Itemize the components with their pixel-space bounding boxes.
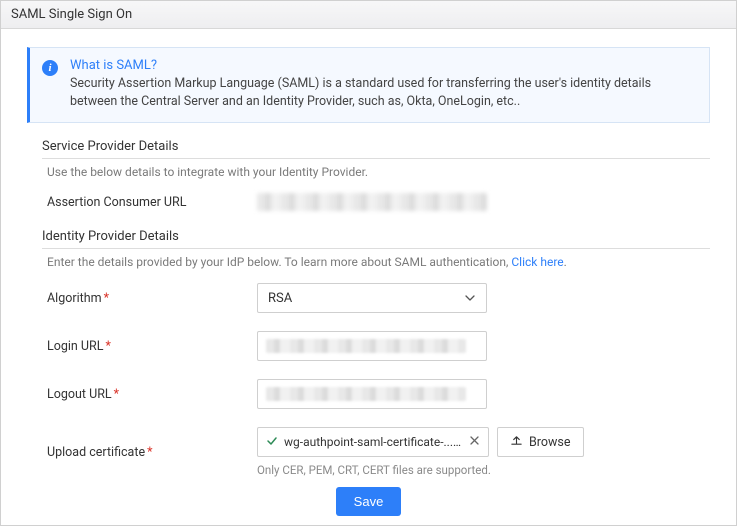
info-icon: i bbox=[42, 60, 58, 76]
idp-hint-prefix: Enter the details provided by your IdP b… bbox=[47, 255, 511, 269]
browse-label: Browse bbox=[529, 435, 571, 450]
login-url-label: Login URL* bbox=[47, 339, 257, 354]
service-provider-section: Service Provider Details Use the below d… bbox=[27, 139, 710, 211]
assertion-url-value bbox=[257, 193, 487, 211]
file-types-hint: Only CER, PEM, CRT, CERT files are suppo… bbox=[257, 463, 710, 477]
upload-cert-row: Upload certificate* wg-authpoint-saml-ce… bbox=[47, 427, 710, 477]
info-banner: i What is SAML? Security Assertion Marku… bbox=[27, 47, 710, 123]
assertion-url-row: Assertion Consumer URL bbox=[47, 193, 710, 211]
saml-sso-window: SAML Single Sign On i What is SAML? Secu… bbox=[0, 0, 737, 526]
save-button[interactable]: Save bbox=[336, 487, 402, 516]
learn-more-link[interactable]: Click here bbox=[511, 255, 563, 269]
algorithm-label: Algorithm* bbox=[47, 291, 257, 306]
uploaded-file-chip: wg-authpoint-saml-certificate-....cer bbox=[257, 427, 489, 457]
sp-hint: Use the below details to integrate with … bbox=[47, 165, 710, 179]
clear-file-icon[interactable] bbox=[469, 435, 480, 449]
required-indicator: * bbox=[147, 445, 152, 460]
content-area: i What is SAML? Security Assertion Marku… bbox=[1, 29, 736, 526]
login-url-value bbox=[266, 339, 466, 353]
required-indicator: * bbox=[105, 339, 110, 354]
uploaded-file-name: wg-authpoint-saml-certificate-....cer bbox=[284, 435, 463, 449]
browse-button[interactable]: Browse bbox=[497, 427, 584, 457]
chevron-down-icon bbox=[464, 292, 476, 304]
required-indicator: * bbox=[104, 291, 109, 306]
info-body: Security Assertion Markup Language (SAML… bbox=[70, 75, 695, 110]
idp-hint-suffix: . bbox=[564, 255, 567, 269]
idp-header: Identity Provider Details bbox=[42, 229, 710, 249]
logout-url-input[interactable] bbox=[257, 379, 487, 409]
logout-url-value bbox=[266, 387, 466, 401]
logout-url-label: Logout URL* bbox=[47, 387, 257, 402]
algorithm-row: Algorithm* RSA bbox=[47, 283, 710, 313]
info-heading: What is SAML? bbox=[70, 58, 695, 73]
idp-hint: Enter the details provided by your IdP b… bbox=[47, 255, 710, 269]
algorithm-selected-value: RSA bbox=[268, 291, 292, 306]
algorithm-select[interactable]: RSA bbox=[257, 283, 487, 313]
identity-provider-section: Identity Provider Details Enter the deta… bbox=[27, 229, 710, 477]
window-title: SAML Single Sign On bbox=[1, 1, 736, 29]
assertion-url-label: Assertion Consumer URL bbox=[47, 195, 257, 210]
upload-cert-label: Upload certificate* bbox=[47, 445, 257, 460]
required-indicator: * bbox=[114, 387, 119, 402]
sp-header: Service Provider Details bbox=[42, 139, 710, 159]
login-url-row: Login URL* bbox=[47, 331, 710, 361]
logout-url-row: Logout URL* bbox=[47, 379, 710, 409]
upload-icon bbox=[510, 434, 523, 451]
check-icon bbox=[266, 435, 278, 450]
login-url-input[interactable] bbox=[257, 331, 487, 361]
